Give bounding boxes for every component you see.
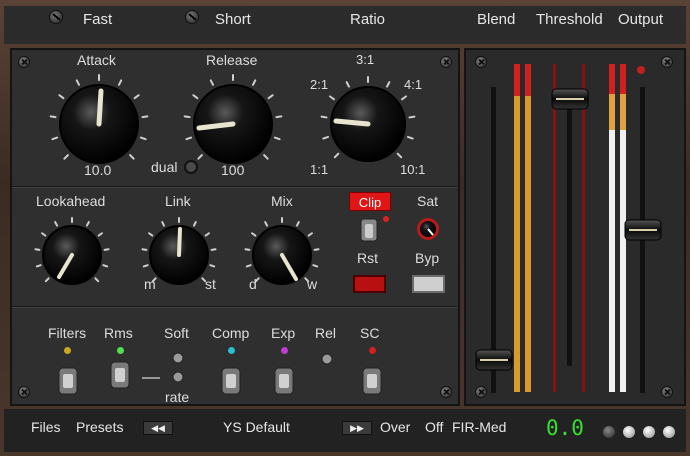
- sat-label: Sat: [417, 193, 439, 209]
- ratio-mark-4-1: 4:1: [404, 77, 423, 92]
- ratio-header-label: Ratio: [350, 11, 386, 28]
- screw-icon: [18, 56, 30, 68]
- fast-label: Fast: [83, 11, 113, 28]
- reset-button[interactable]: [353, 275, 386, 293]
- rate-label: rate: [165, 389, 190, 405]
- ratio-mark-10-1: 10:1: [400, 162, 426, 177]
- screw-icon: [475, 386, 487, 398]
- screw-icon: [661, 56, 673, 68]
- rms-led-icon: [117, 347, 124, 354]
- short-toggle-icon[interactable]: [185, 10, 199, 24]
- fast-toggle-icon[interactable]: [49, 10, 63, 24]
- link-min-label: m: [144, 276, 156, 292]
- ratio-mark-3-1: 3:1: [356, 52, 375, 67]
- screw-icon: [661, 386, 673, 398]
- files-menu[interactable]: Files: [31, 419, 61, 435]
- mix-min-label: d: [249, 276, 257, 292]
- exp-label: Exp: [271, 325, 296, 341]
- short-label: Short: [215, 11, 251, 28]
- lookahead-label: Lookahead: [36, 193, 106, 209]
- oversampling-value[interactable]: Off: [425, 419, 443, 435]
- byp-label: Byp: [415, 250, 440, 266]
- filters-led-icon: [64, 347, 71, 354]
- next-preset-button[interactable]: ▶▶: [342, 421, 372, 435]
- sc-label: SC: [360, 325, 380, 341]
- comp-led-icon: [228, 347, 235, 354]
- bypass-button[interactable]: [412, 275, 445, 293]
- page-dot-icon[interactable]: [602, 425, 616, 439]
- threshold-label: Threshold: [536, 11, 603, 28]
- blend-label: Blend: [477, 11, 516, 28]
- ratio-mark-2-1: 2:1: [310, 77, 329, 92]
- release-label: Release: [206, 52, 258, 68]
- screw-icon: [18, 386, 30, 398]
- controls-panel: [10, 48, 460, 406]
- link-label: Link: [165, 193, 191, 209]
- rst-label: Rst: [357, 250, 378, 266]
- fir-mode[interactable]: FIR-Med: [452, 419, 506, 435]
- exp-led-icon: [281, 347, 288, 354]
- screw-icon: [475, 56, 487, 68]
- sc-led-icon: [369, 347, 376, 354]
- page-dot-icon[interactable]: [622, 425, 636, 439]
- meters-panel: [464, 48, 686, 406]
- mix-max-label: w: [307, 276, 318, 292]
- over-label: Over: [380, 419, 411, 435]
- filters-label: Filters: [48, 325, 87, 341]
- rms-label: Rms: [104, 325, 133, 341]
- page-dot-icon[interactable]: [662, 425, 676, 439]
- mix-label: Mix: [271, 193, 293, 209]
- output-label: Output: [618, 11, 664, 28]
- page-dot-icon[interactable]: [642, 425, 656, 439]
- prev-preset-button[interactable]: ◀◀: [143, 421, 173, 435]
- clip-button[interactable]: Clip: [349, 192, 391, 211]
- preset-name: YS Default: [223, 419, 290, 435]
- link-max-label: st: [205, 276, 216, 292]
- ratio-mark-1-1: 1:1: [310, 162, 329, 177]
- attack-label: Attack: [77, 52, 116, 68]
- screw-icon: [440, 56, 452, 68]
- dual-label: dual: [151, 159, 178, 175]
- presets-menu[interactable]: Presets: [76, 419, 123, 435]
- panel-divider: [12, 186, 457, 188]
- screw-icon: [440, 386, 452, 398]
- soft-label: Soft: [164, 325, 189, 341]
- release-value: 100: [221, 162, 245, 178]
- rel-label: Rel: [315, 325, 337, 341]
- comp-label: Comp: [212, 325, 250, 341]
- panel-divider: [12, 306, 457, 308]
- attack-value: 10.0: [84, 162, 112, 178]
- output-readout: 0.0: [546, 416, 584, 440]
